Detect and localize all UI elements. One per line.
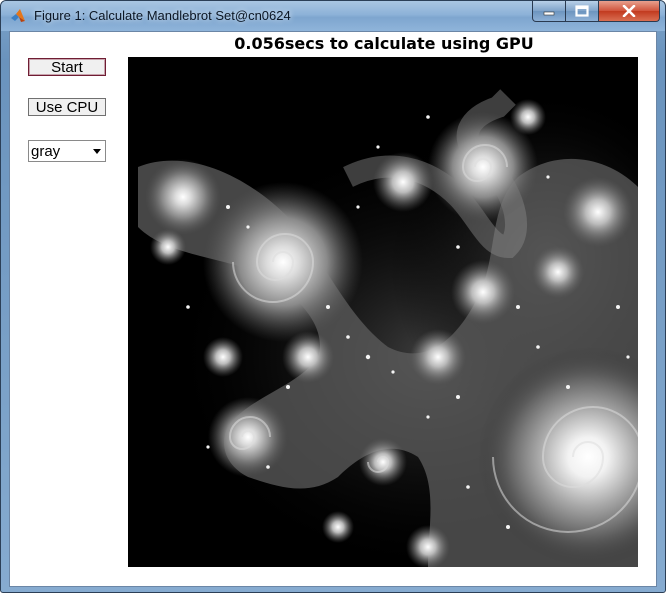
start-button[interactable]: Start xyxy=(28,58,106,76)
figure-client-area: Start Use CPU gray 0.056secs to calculat… xyxy=(9,31,657,587)
mandelbrot-image-graphic xyxy=(128,57,638,567)
matlab-icon xyxy=(10,8,26,24)
close-icon xyxy=(622,5,636,17)
window-title: Figure 1: Calculate Mandlebrot Set@cn062… xyxy=(34,8,291,23)
plot-title: 0.056secs to calculate using GPU xyxy=(234,34,534,53)
figure-window: Figure 1: Calculate Mandlebrot Set@cn062… xyxy=(0,0,666,593)
title-bar[interactable]: Figure 1: Calculate Mandlebrot Set@cn062… xyxy=(1,1,665,31)
mandelbrot-image[interactable] xyxy=(128,57,638,567)
colormap-select-value: gray xyxy=(31,142,61,160)
minimize-button[interactable] xyxy=(532,1,566,22)
chevron-down-icon xyxy=(93,149,101,154)
minimize-icon xyxy=(543,11,555,16)
maximize-button[interactable] xyxy=(565,1,599,22)
use-cpu-button[interactable]: Use CPU xyxy=(28,98,106,116)
colormap-select[interactable]: gray xyxy=(28,140,106,162)
maximize-icon xyxy=(575,5,589,17)
close-button[interactable] xyxy=(598,1,660,22)
